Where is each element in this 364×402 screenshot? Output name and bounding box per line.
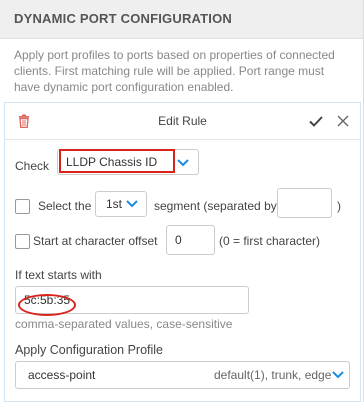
offset-checkbox[interactable] bbox=[15, 234, 30, 249]
segment-label-before: Select the bbox=[38, 199, 92, 213]
starts-with-label: If text starts with bbox=[15, 268, 102, 282]
profile-select[interactable]: access-point default(1), trunk, edge bbox=[15, 361, 350, 389]
profile-label: Apply Configuration Profile bbox=[15, 343, 163, 357]
chevron-down-icon bbox=[177, 159, 189, 167]
section-header: DYNAMIC PORT CONFIGURATION bbox=[0, 0, 363, 39]
segment-checkbox[interactable] bbox=[15, 199, 30, 214]
edit-rule-title: Edit Rule bbox=[158, 114, 207, 128]
check-label: Check bbox=[15, 159, 50, 173]
confirm-check-icon[interactable] bbox=[308, 114, 324, 128]
segment-select[interactable]: 1st bbox=[95, 191, 147, 217]
chevron-down-icon bbox=[126, 200, 138, 208]
section-description: Apply port profiles to ports based on pr… bbox=[14, 48, 335, 94]
profile-value: access-point bbox=[28, 368, 96, 382]
edit-rule-header: Edit Rule bbox=[5, 103, 360, 140]
segment-label-close: ) bbox=[337, 199, 341, 213]
separator-input[interactable] bbox=[277, 188, 332, 218]
chevron-down-icon bbox=[332, 371, 344, 379]
close-icon[interactable] bbox=[336, 114, 350, 128]
highlight-ellipse bbox=[18, 294, 76, 316]
segment-value: 1st bbox=[106, 197, 123, 211]
highlight-rectangle bbox=[59, 149, 175, 173]
offset-label: Start at character offset bbox=[33, 234, 158, 248]
edit-rule-card: Edit Rule Check LLDP Chassis ID Select t… bbox=[4, 102, 361, 402]
segment-label-after: segment (separated by bbox=[154, 199, 277, 213]
profile-detail: default(1), trunk, edge bbox=[214, 368, 332, 382]
section-title: DYNAMIC PORT CONFIGURATION bbox=[14, 11, 233, 26]
starts-with-hint: comma-separated values, case-sensitive bbox=[15, 317, 233, 331]
offset-value: 0 bbox=[175, 233, 182, 247]
port-config-panel: DYNAMIC PORT CONFIGURATION Apply port pr… bbox=[0, 0, 364, 402]
offset-input[interactable]: 0 bbox=[166, 225, 215, 255]
offset-hint: (0 = first character) bbox=[219, 234, 321, 248]
